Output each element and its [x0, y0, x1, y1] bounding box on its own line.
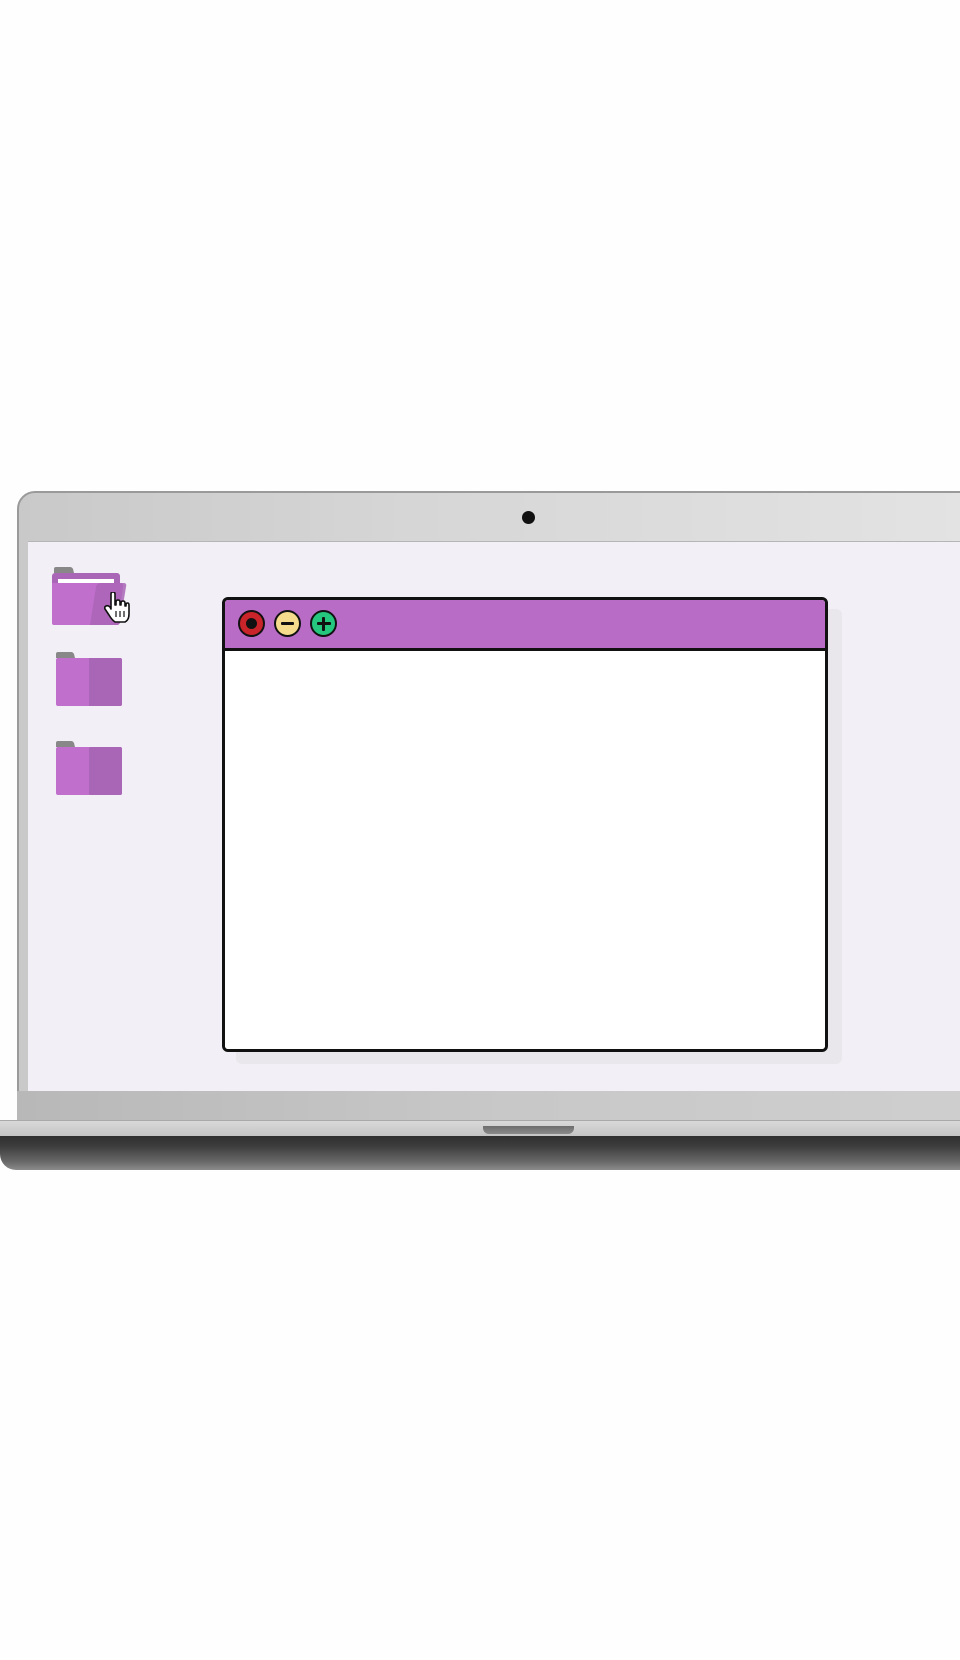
laptop-base-bottom: [0, 1136, 960, 1170]
app-window[interactable]: [222, 597, 828, 1052]
desktop-folder-3[interactable]: [52, 739, 132, 807]
minus-icon: [281, 622, 294, 625]
hand-pointer-icon: [104, 592, 130, 623]
webcam: [522, 511, 535, 524]
laptop-illustration: [0, 0, 960, 1660]
laptop-base-notch: [483, 1126, 574, 1134]
maximize-button[interactable]: [310, 610, 337, 637]
folder-icon: [56, 741, 122, 795]
close-button[interactable]: [238, 610, 265, 637]
folder-icon: [56, 652, 122, 706]
laptop-chin: [17, 1091, 960, 1121]
minimize-button[interactable]: [274, 610, 301, 637]
desktop-folder-2[interactable]: [52, 650, 132, 718]
close-icon: [246, 618, 257, 629]
window-content: [225, 651, 825, 1049]
desktop-folder-1[interactable]: [52, 565, 132, 633]
laptop-base-top: [0, 1120, 960, 1137]
window-titlebar[interactable]: [225, 600, 825, 651]
plus-icon: [316, 616, 331, 631]
